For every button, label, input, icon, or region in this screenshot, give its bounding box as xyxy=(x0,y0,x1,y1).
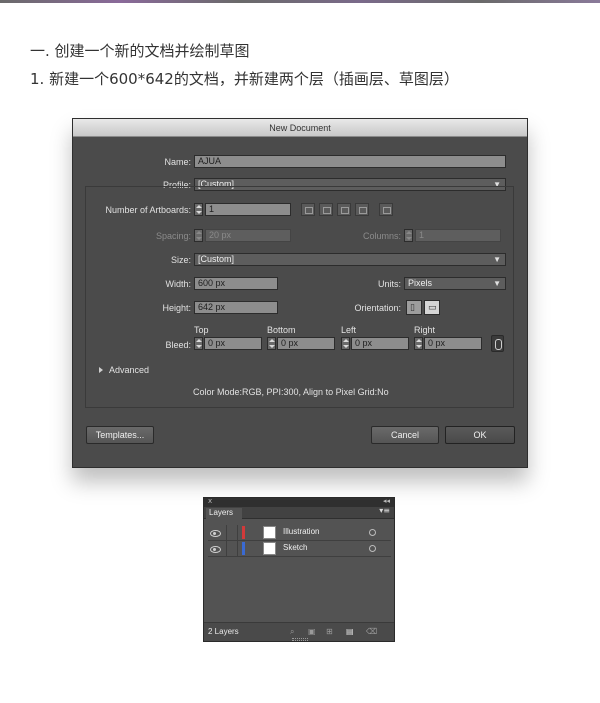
substep-text: 1. 新建一个600*642的文档，并新建两个层（插画层、草图层） xyxy=(30,70,459,88)
landscape-icon: ▭ xyxy=(428,303,437,313)
bleed-right-stepper[interactable] xyxy=(414,337,423,350)
bleed-left-field[interactable]: 0 px xyxy=(351,337,409,350)
bleed-right-label: Right xyxy=(414,325,436,335)
units-select[interactable]: Pixels ▼ xyxy=(404,277,506,290)
ok-button[interactable]: OK xyxy=(445,426,515,444)
layer-thumbnail xyxy=(263,542,276,555)
landscape-orientation-button[interactable]: ▭ xyxy=(424,300,440,315)
width-field[interactable]: 600 px xyxy=(194,277,278,290)
spacing-label: Spacing: xyxy=(155,231,191,241)
link-bleed-icon[interactable] xyxy=(491,335,504,352)
bleed-top-stepper[interactable] xyxy=(194,337,203,350)
cancel-button[interactable]: Cancel xyxy=(371,426,439,444)
trash-icon[interactable]: ⌫ xyxy=(366,627,377,636)
clipping-mask-icon[interactable]: ▣ xyxy=(308,627,316,636)
bleed-top-field[interactable]: 0 px xyxy=(204,337,262,350)
height-label: Height: xyxy=(162,303,191,313)
arrange-by-column-icon[interactable] xyxy=(355,203,369,216)
bleed-left-label: Left xyxy=(341,325,357,335)
eye-icon[interactable] xyxy=(210,544,221,554)
spacing-stepper[interactable] xyxy=(194,229,203,242)
new-sublayer-icon[interactable]: ⊞ xyxy=(326,627,333,636)
units-select-value: Pixels xyxy=(408,278,433,288)
bleed-label: Bleed: xyxy=(165,340,191,350)
document-info-text: Color Mode:RGB, PPI:300, Align to Pixel … xyxy=(193,387,389,397)
bleed-bottom-label: Bottom xyxy=(267,325,296,335)
bleed-top-label: Top xyxy=(194,325,209,335)
new-layer-icon[interactable]: ▤ xyxy=(346,627,354,636)
layer-thumbnail xyxy=(263,526,276,539)
artboards-field[interactable]: 1 xyxy=(205,203,291,216)
name-label: Name: xyxy=(164,157,191,167)
columns-field[interactable]: 1 xyxy=(415,229,501,242)
left-to-right-icon[interactable] xyxy=(379,203,393,216)
portrait-orientation-button[interactable]: ▯ xyxy=(406,300,422,315)
step-heading: 一. 创建一个新的文档并绘制草图 xyxy=(30,42,250,60)
layer-row-illustration[interactable]: Illustration xyxy=(208,525,391,541)
bleed-bottom-field[interactable]: 0 px xyxy=(277,337,335,350)
lock-toggle[interactable] xyxy=(226,541,238,556)
size-label: Size: xyxy=(170,255,191,265)
panel-menu-icon[interactable]: ▾≡ xyxy=(379,506,390,515)
advanced-toggle[interactable]: Advanced xyxy=(109,365,149,375)
lock-toggle[interactable] xyxy=(226,525,238,540)
bleed-right-field[interactable]: 0 px xyxy=(424,337,482,350)
width-label: Width: xyxy=(165,279,191,289)
height-field[interactable]: 642 px xyxy=(194,301,278,314)
new-document-dialog: New Document Name: AJUA Profile: [Custom… xyxy=(72,118,528,468)
eye-icon[interactable] xyxy=(210,528,221,538)
settings-fieldset xyxy=(85,186,514,408)
chevron-down-icon: ▼ xyxy=(493,279,501,288)
tab-layers[interactable]: Layers xyxy=(206,508,242,519)
top-divider-bar xyxy=(0,0,600,3)
dialog-title[interactable]: New Document xyxy=(73,119,527,137)
layer-color-swatch xyxy=(242,542,245,555)
columns-label: Columns: xyxy=(362,231,401,241)
artboards-label: Number of Artboards: xyxy=(105,205,191,215)
templates-button[interactable]: Templates... xyxy=(86,426,154,444)
chevron-down-icon: ▼ xyxy=(493,255,501,264)
orientation-label: Orientation: xyxy=(354,303,401,313)
size-select[interactable]: [Custom] ▼ xyxy=(194,253,506,266)
locate-object-icon[interactable]: ⌕ xyxy=(290,627,294,637)
arrange-by-row-icon[interactable] xyxy=(337,203,351,216)
name-field[interactable]: AJUA xyxy=(194,155,506,168)
panel-tab-bar: Layers ▾≡ xyxy=(204,506,394,519)
bleed-left-stepper[interactable] xyxy=(341,337,350,350)
portrait-icon: ▯ xyxy=(410,303,415,313)
panel-title-strip: x ◂◂ xyxy=(204,497,394,507)
units-label: Units: xyxy=(377,279,401,289)
layer-row-sketch[interactable]: Sketch xyxy=(208,541,391,557)
size-select-value: [Custom] xyxy=(198,254,235,264)
close-icon[interactable]: x xyxy=(208,497,212,505)
target-icon[interactable] xyxy=(369,529,376,536)
spacing-field[interactable]: 20 px xyxy=(205,229,291,242)
grid-by-column-icon[interactable] xyxy=(319,203,333,216)
layer-count: 2 Layers xyxy=(208,627,239,636)
disclosure-triangle-icon[interactable] xyxy=(99,367,103,373)
columns-stepper[interactable] xyxy=(404,229,413,242)
grid-by-row-icon[interactable] xyxy=(301,203,315,216)
layer-name[interactable]: Sketch xyxy=(283,543,307,552)
collapse-icon[interactable]: ◂◂ xyxy=(383,497,390,505)
resize-grip[interactable] xyxy=(292,638,308,641)
bleed-bottom-stepper[interactable] xyxy=(267,337,276,350)
layer-color-swatch xyxy=(242,526,245,539)
layers-panel: x ◂◂ Layers ▾≡ Illustration Sketch 2 Lay… xyxy=(203,497,395,642)
artboards-stepper[interactable] xyxy=(194,203,203,216)
layer-name[interactable]: Illustration xyxy=(283,527,319,536)
target-icon[interactable] xyxy=(369,545,376,552)
